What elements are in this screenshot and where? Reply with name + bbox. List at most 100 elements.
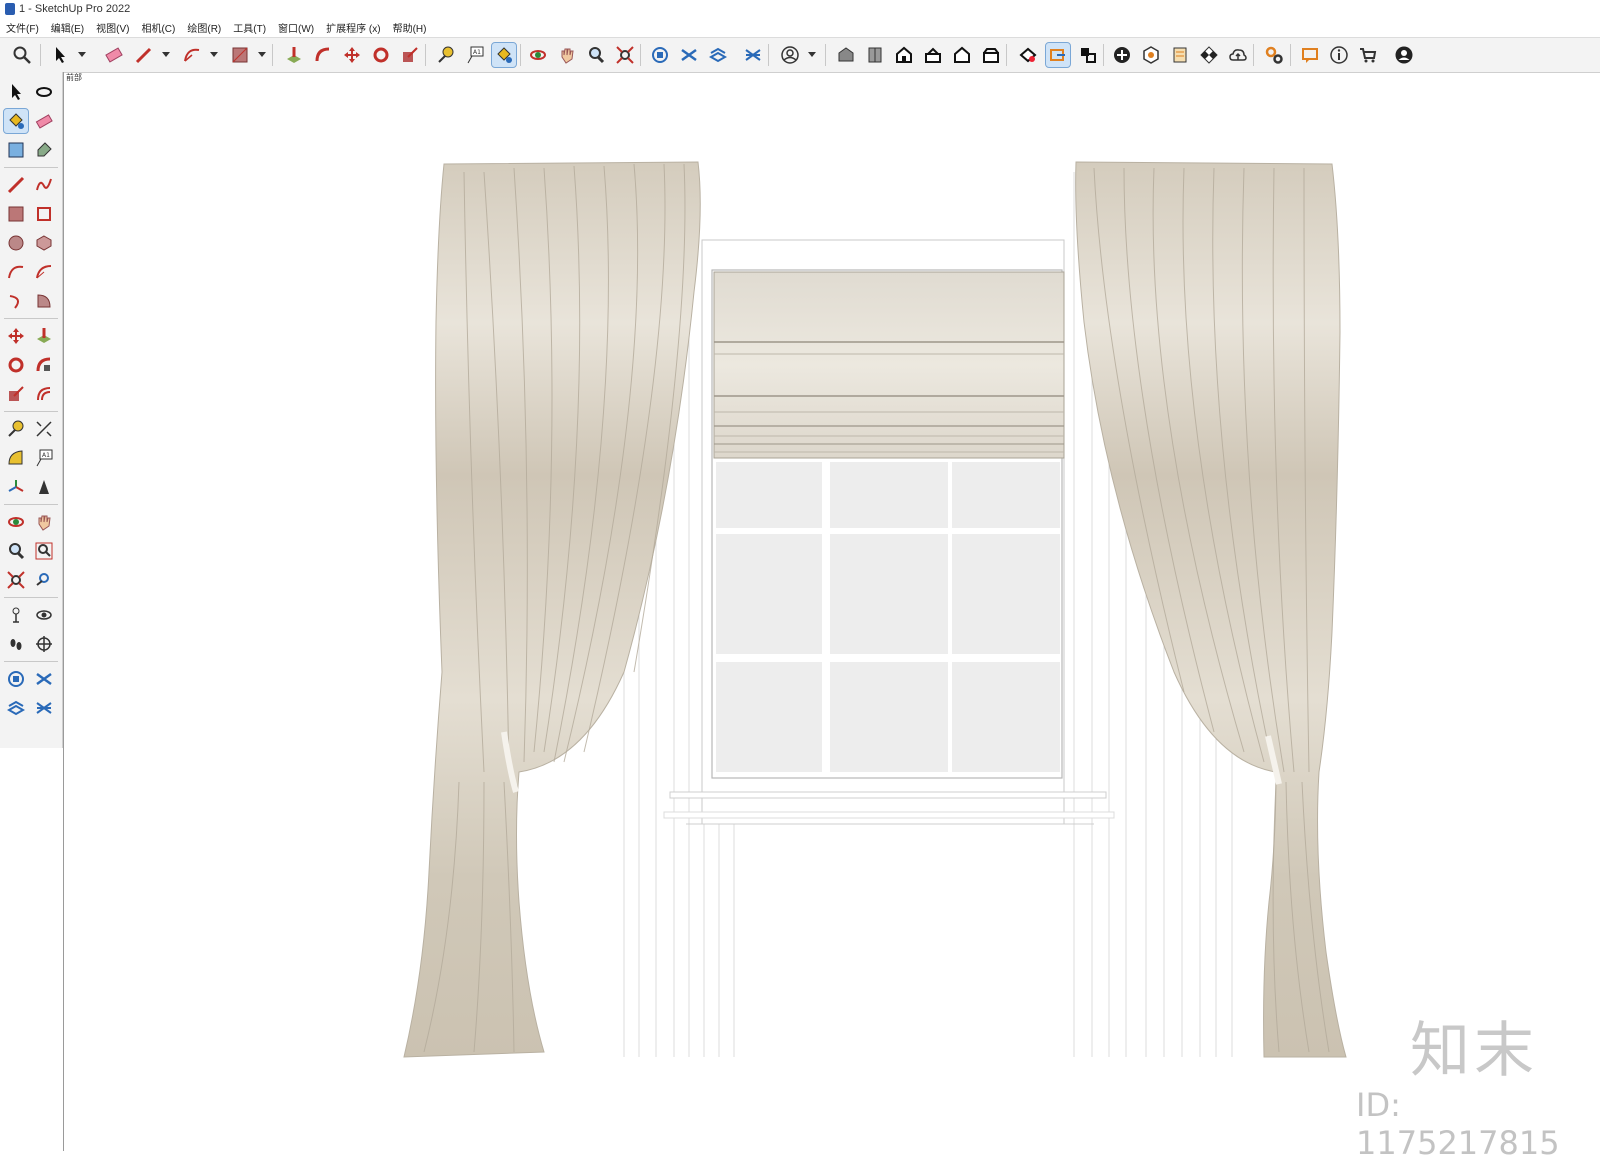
menu-draw[interactable]: 绘图(R): [181, 20, 227, 35]
three-point-arc-icon[interactable]: [4, 289, 28, 313]
menu-tools[interactable]: 工具(T): [227, 20, 272, 35]
zoom-extents-icon[interactable]: [4, 568, 28, 592]
eraser-icon[interactable]: [32, 109, 56, 133]
chevron-down-icon[interactable]: [808, 52, 816, 57]
follow-me-icon[interactable]: [311, 43, 335, 67]
eraser-icon[interactable]: [102, 43, 126, 67]
menu-window[interactable]: 窗口(W): [272, 20, 320, 35]
circle-icon[interactable]: [4, 231, 28, 255]
offset-icon[interactable]: [32, 382, 56, 406]
chevron-down-icon[interactable]: [258, 52, 266, 57]
pan-icon[interactable]: [32, 510, 56, 534]
rectangle-icon[interactable]: [4, 202, 28, 226]
right-view-icon[interactable]: [921, 43, 945, 67]
rotate-icon[interactable]: [4, 353, 28, 377]
tape-measure-icon[interactable]: [434, 43, 458, 67]
walk-icon[interactable]: [4, 632, 28, 656]
two-point-arc-icon[interactable]: [32, 260, 56, 284]
freehand-icon[interactable]: [32, 173, 56, 197]
share-component-icon[interactable]: [32, 667, 56, 691]
zoom-tool-icon[interactable]: [584, 43, 608, 67]
top-view-icon[interactable]: [863, 43, 887, 67]
push-pull-icon[interactable]: [32, 324, 56, 348]
scale-icon[interactable]: [4, 382, 28, 406]
checkerboard-icon[interactable]: [1197, 43, 1221, 67]
rectangle-icon[interactable]: [228, 43, 252, 67]
menu-view[interactable]: 视图(V): [90, 20, 135, 35]
warehouse-icon[interactable]: [4, 667, 28, 691]
line-icon[interactable]: [4, 173, 28, 197]
move-icon[interactable]: [4, 324, 28, 348]
select-icon[interactable]: [4, 80, 28, 104]
zoom-window-icon[interactable]: [32, 539, 56, 563]
tape-measure-icon[interactable]: [4, 417, 28, 441]
move-icon[interactable]: [340, 43, 364, 67]
cloud-upload-icon[interactable]: [1226, 43, 1250, 67]
layout-icon[interactable]: [32, 696, 56, 720]
section-cut-icon[interactable]: [1076, 43, 1100, 67]
menu-file[interactable]: 文件(F): [0, 20, 45, 35]
scale-icon[interactable]: [398, 43, 422, 67]
section-plane-icon[interactable]: [1016, 43, 1040, 67]
cart-icon[interactable]: [1356, 43, 1380, 67]
extensions-gear-icon[interactable]: [1262, 43, 1286, 67]
chevron-down-icon[interactable]: [210, 52, 218, 57]
protractor-icon[interactable]: [4, 446, 28, 470]
text-icon[interactable]: A1: [32, 446, 56, 470]
tag-icon[interactable]: [32, 138, 56, 162]
zoom-icon[interactable]: [4, 539, 28, 563]
model-canvas[interactable]: [64, 72, 1600, 1151]
section-display-icon[interactable]: [1045, 42, 1071, 68]
menu-help[interactable]: 帮助(H): [387, 20, 433, 35]
add-location-icon[interactable]: [1110, 43, 1134, 67]
pan-icon[interactable]: [555, 43, 579, 67]
extension-warehouse-icon[interactable]: [4, 696, 28, 720]
info-icon[interactable]: [1327, 43, 1351, 67]
follow-me-icon[interactable]: [32, 353, 56, 377]
iso-view-icon[interactable]: [834, 43, 858, 67]
pencil-line-icon[interactable]: [132, 43, 156, 67]
orbit-icon[interactable]: [4, 510, 28, 534]
profile-icon[interactable]: [1392, 43, 1416, 67]
left-view-icon[interactable]: [979, 43, 1003, 67]
sandbox-icon[interactable]: [1168, 43, 1192, 67]
zoom-icon[interactable]: [10, 43, 34, 67]
3d-text-icon[interactable]: [32, 475, 56, 499]
axes-icon[interactable]: [4, 475, 28, 499]
front-view-icon[interactable]: [892, 43, 916, 67]
photo-texture-icon[interactable]: [1139, 43, 1163, 67]
component-icon[interactable]: [4, 138, 28, 162]
extension-warehouse-icon[interactable]: [706, 43, 730, 67]
section-plane-icon[interactable]: [32, 632, 56, 656]
arc-icon[interactable]: [180, 43, 204, 67]
paint-bucket-icon[interactable]: [491, 42, 517, 68]
share-component-icon[interactable]: [677, 43, 701, 67]
rotated-rectangle-icon[interactable]: [32, 202, 56, 226]
message-icon[interactable]: [1298, 43, 1322, 67]
look-around-icon[interactable]: [32, 603, 56, 627]
rotate-icon[interactable]: [369, 43, 393, 67]
push-pull-icon[interactable]: [282, 43, 306, 67]
model-viewport[interactable]: [64, 72, 1600, 1151]
position-camera-icon[interactable]: [4, 603, 28, 627]
select-icon[interactable]: [48, 43, 72, 67]
arc-icon[interactable]: [4, 260, 28, 284]
orbit-icon[interactable]: [526, 43, 550, 67]
pie-icon[interactable]: [32, 289, 56, 313]
paint-bucket-icon[interactable]: [3, 108, 29, 134]
chevron-down-icon[interactable]: [78, 52, 86, 57]
back-view-icon[interactable]: [950, 43, 974, 67]
zoom-extents-icon[interactable]: [613, 43, 637, 67]
menu-edit[interactable]: 编辑(E): [45, 20, 90, 35]
previous-view-icon[interactable]: [32, 568, 56, 592]
warehouse-icon[interactable]: [648, 43, 672, 67]
text-icon[interactable]: A1: [463, 43, 487, 67]
polygon-icon[interactable]: [32, 231, 56, 255]
chevron-down-icon[interactable]: [162, 52, 170, 57]
menu-camera[interactable]: 相机(C): [135, 20, 181, 35]
layout-icon[interactable]: [741, 43, 765, 67]
user-account-icon[interactable]: [778, 43, 802, 67]
menu-extensions[interactable]: 扩展程序 (x): [320, 20, 386, 35]
dimension-icon[interactable]: [32, 417, 56, 441]
orbit-icon[interactable]: [32, 80, 56, 104]
